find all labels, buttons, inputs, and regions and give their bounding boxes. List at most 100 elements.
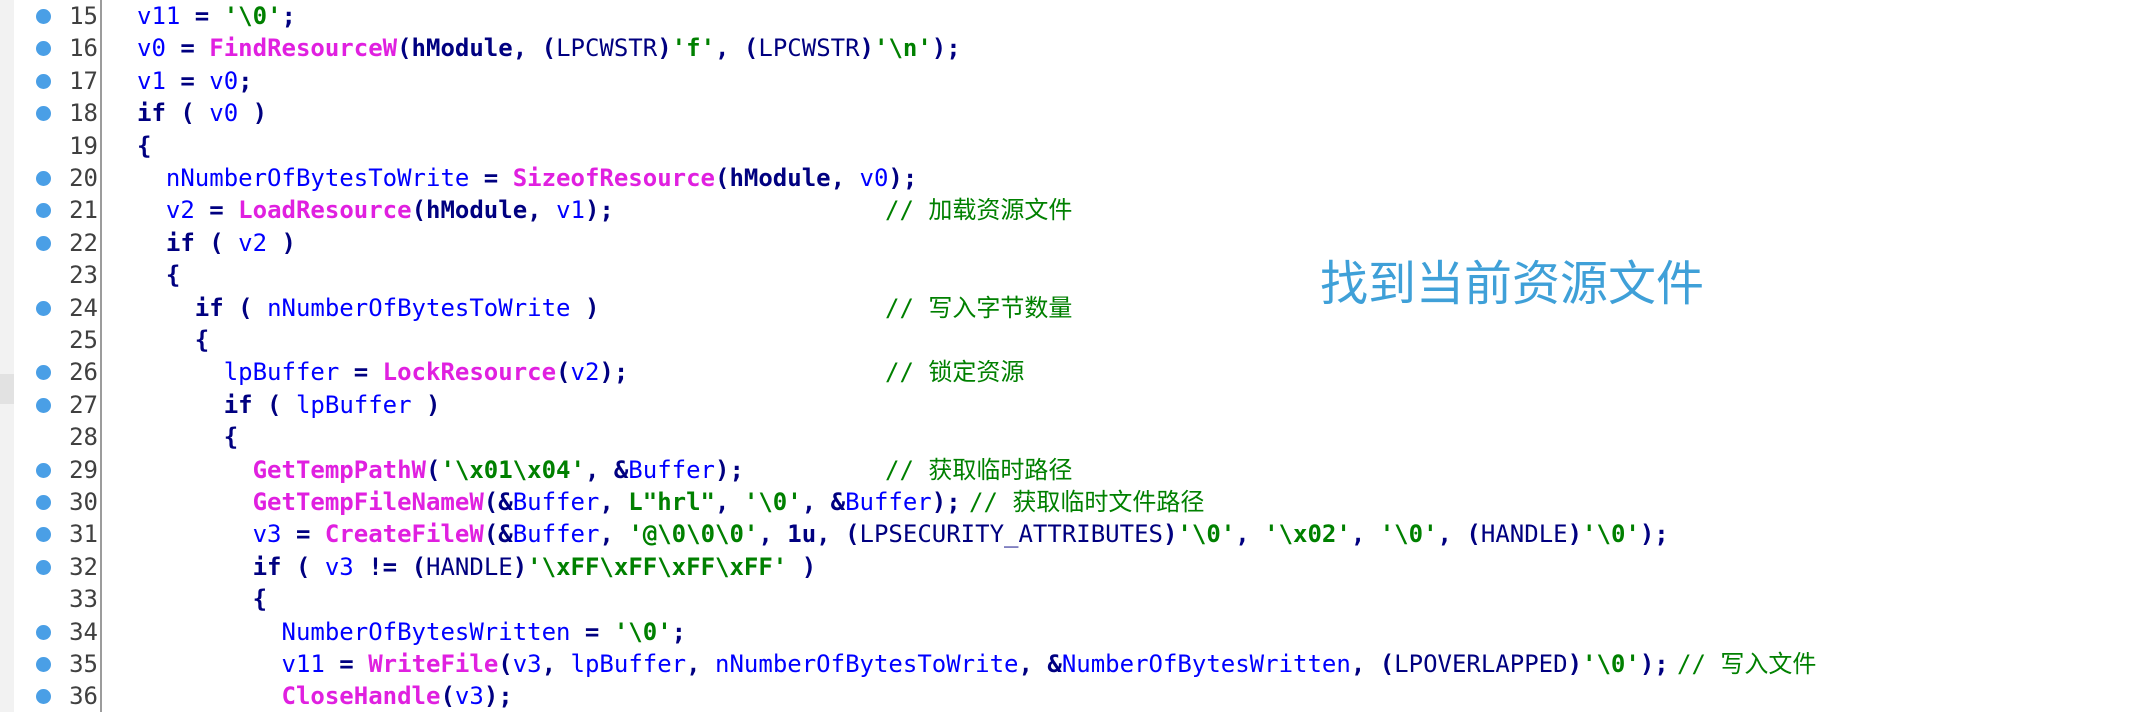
breakpoint-dot-icon[interactable] [36, 657, 51, 672]
line-number: 17 [69, 66, 98, 95]
breakpoint-dot-icon[interactable] [36, 689, 51, 705]
breakpoint-dot-icon[interactable] [36, 300, 51, 316]
code-token: ; [281, 2, 296, 30]
code-token: v1 [137, 66, 166, 95]
code-line[interactable]: 36 CloseHandle(v3); [0, 680, 2148, 712]
code-line[interactable]: 30 GetTempFileNameW(&Buffer, L"hrl", '\0… [0, 486, 2148, 518]
breakpoint-dot-icon[interactable] [36, 9, 51, 24]
code-token: 'f' [671, 34, 716, 63]
code-token: '\x02' [1264, 520, 1351, 549]
line-number: 28 [69, 423, 98, 452]
breakpoint-dot-icon[interactable] [36, 106, 51, 122]
code-token: , [686, 650, 716, 678]
code-token: ( [194, 228, 239, 257]
code-line[interactable]: 31 v3 = CreateFileW(&Buffer, '@\0\0\0', … [0, 518, 2148, 550]
code-line[interactable]: 24 if ( nNumberOfBytesToWrite ) // 写入字节数量 [0, 292, 2148, 324]
code-line[interactable]: 22 if ( v2 ) [0, 227, 2148, 259]
breakpoint-dot-icon[interactable] [36, 203, 51, 219]
code-text: { [137, 324, 209, 356]
code-token: ) [859, 34, 874, 63]
code-token: Buffer [512, 520, 600, 549]
code-token: (hModule, [411, 196, 557, 225]
code-comment: // 写入文件 [1677, 650, 1817, 678]
code-line[interactable]: 28 { [0, 421, 2148, 453]
code-token: '\0' [1582, 650, 1640, 678]
breakpoint-dot-icon[interactable] [36, 397, 51, 413]
line-number: 36 [69, 682, 98, 711]
breakpoint-dot-icon[interactable] [36, 73, 51, 89]
code-token: '\n' [874, 34, 932, 63]
code-token: '\0' [223, 2, 282, 30]
code-line[interactable]: 17 v1 = v0; [0, 65, 2148, 97]
code-token: ( [440, 682, 455, 711]
code-token: v2 [238, 228, 268, 257]
code-token: '\0' [1177, 520, 1236, 549]
code-line[interactable]: 25 { [0, 324, 2148, 356]
code-token: if [252, 552, 282, 581]
code-line[interactable]: 23 { [0, 259, 2148, 291]
code-token: CloseHandle [281, 682, 441, 711]
code-token: v3 [252, 520, 282, 549]
code-token: ) [267, 228, 296, 257]
breakpoint-dot-icon[interactable] [36, 41, 51, 57]
code-text: if ( lpBuffer ) [137, 389, 441, 421]
code-line[interactable]: 20 nNumberOfBytesToWrite = SizeofResourc… [0, 162, 2148, 194]
code-token: GetTempFileNameW [252, 488, 484, 516]
breakpoint-dot-icon[interactable] [36, 235, 51, 251]
code-line[interactable]: 16 v0 = FindResourceW(hModule, (LPCWSTR)'… [0, 32, 2148, 64]
code-line[interactable]: 29 GetTempPathW('\x01\x04', &Buffer); // … [0, 454, 2148, 486]
code-text: { [137, 130, 151, 162]
code-line[interactable]: 34 NumberOfBytesWritten = '\0'; [0, 616, 2148, 648]
code-text: GetTempPathW('\x01\x04', &Buffer); [137, 454, 744, 486]
breakpoint-dot-icon[interactable] [36, 171, 51, 186]
code-comment: // 获取临时路径 [885, 455, 1073, 484]
code-token: = [324, 650, 369, 678]
breakpoint-dot-icon[interactable] [36, 365, 51, 381]
code-text: if ( v0 ) [137, 97, 267, 129]
code-token: '\0' [1379, 520, 1438, 549]
code-token: = [165, 34, 210, 63]
code-line[interactable]: 35 v11 = WriteFile(v3, lpBuffer, nNumber… [0, 648, 2148, 680]
code-token: ( [556, 358, 571, 387]
code-line[interactable]: 26 lpBuffer = LockResource(v2); // 锁定资源 [0, 356, 2148, 388]
code-text: if ( v3 != (HANDLE)'\xFF\xFF\xFF\xFF' ) [137, 551, 817, 583]
code-line[interactable]: 19 { [0, 130, 2148, 162]
code-line[interactable]: 18 if ( v0 ) [0, 97, 2148, 129]
code-token: ; [238, 66, 253, 95]
code-line[interactable]: 33 { [0, 583, 2148, 615]
line-number: 24 [69, 293, 98, 322]
code-token: { [137, 423, 239, 452]
breakpoint-dot-icon[interactable] [36, 624, 51, 640]
code-comment: // 锁定资源 [885, 358, 1025, 387]
breakpoint-dot-icon[interactable] [36, 462, 51, 478]
code-token: , [541, 650, 571, 678]
code-text: CloseHandle(v3); [137, 680, 513, 712]
code-text: { [137, 421, 238, 453]
line-number: 23 [69, 261, 98, 290]
code-token: '\xFF\xFF\xFF\xFF' [527, 552, 788, 581]
code-token: (& [483, 520, 513, 549]
code-token: != ( [353, 552, 427, 581]
code-line[interactable]: 15 v11 = '\0'; [0, 0, 2148, 32]
line-number: 27 [69, 390, 98, 419]
breakpoint-dot-icon[interactable] [36, 527, 51, 543]
code-token: ) [1567, 650, 1583, 678]
code-line[interactable]: 27 if ( lpBuffer ) [0, 389, 2148, 421]
code-line[interactable]: 21 v2 = LoadResource(hModule, v1); // 加载资… [0, 194, 2148, 226]
code-text: v3 = CreateFileW(&Buffer, '@\0\0\0', 1u,… [137, 518, 1669, 550]
code-token: v0 [209, 99, 239, 128]
code-text: v1 = v0; [137, 65, 253, 97]
code-line[interactable]: 32 if ( v3 != (HANDLE)'\xFF\xFF\xFF\xFF'… [0, 551, 2148, 583]
breakpoint-dot-icon[interactable] [36, 559, 51, 575]
code-token: , ( [1350, 650, 1395, 678]
code-token: , [715, 488, 744, 516]
code-token: (& [483, 488, 513, 516]
code-token: v1 [556, 196, 585, 225]
code-token: LPSECURITY_ATTRIBUTES [859, 520, 1163, 549]
code-token: v3 [512, 650, 542, 678]
code-token: ) [238, 99, 268, 128]
breakpoint-dot-icon[interactable] [36, 495, 51, 510]
